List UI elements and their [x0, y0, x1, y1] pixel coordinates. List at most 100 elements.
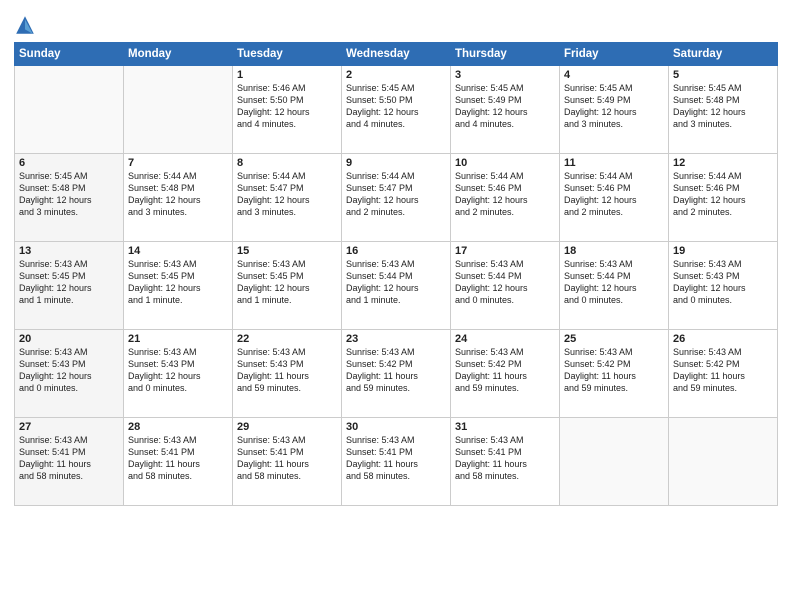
day-info: Sunrise: 5:44 AMSunset: 5:47 PMDaylight:… — [237, 170, 337, 219]
day-cell-26: 26Sunrise: 5:43 AMSunset: 5:42 PMDayligh… — [669, 330, 778, 418]
day-cell-16: 16Sunrise: 5:43 AMSunset: 5:44 PMDayligh… — [342, 242, 451, 330]
day-info: Sunrise: 5:43 AMSunset: 5:41 PMDaylight:… — [19, 434, 119, 483]
day-number: 18 — [564, 245, 664, 257]
day-info: Sunrise: 5:43 AMSunset: 5:41 PMDaylight:… — [346, 434, 446, 483]
day-cell-2: 2Sunrise: 5:45 AMSunset: 5:50 PMDaylight… — [342, 66, 451, 154]
day-number: 13 — [19, 245, 119, 257]
day-number: 12 — [673, 157, 773, 169]
day-number: 21 — [128, 333, 228, 345]
week-row-4: 20Sunrise: 5:43 AMSunset: 5:43 PMDayligh… — [15, 330, 778, 418]
day-info: Sunrise: 5:43 AMSunset: 5:41 PMDaylight:… — [455, 434, 555, 483]
day-cell-13: 13Sunrise: 5:43 AMSunset: 5:45 PMDayligh… — [15, 242, 124, 330]
day-cell-6: 6Sunrise: 5:45 AMSunset: 5:48 PMDaylight… — [15, 154, 124, 242]
day-info: Sunrise: 5:43 AMSunset: 5:43 PMDaylight:… — [19, 346, 119, 395]
day-cell-19: 19Sunrise: 5:43 AMSunset: 5:43 PMDayligh… — [669, 242, 778, 330]
day-info: Sunrise: 5:45 AMSunset: 5:49 PMDaylight:… — [455, 82, 555, 131]
day-cell-12: 12Sunrise: 5:44 AMSunset: 5:46 PMDayligh… — [669, 154, 778, 242]
day-number: 8 — [237, 157, 337, 169]
day-number: 1 — [237, 69, 337, 81]
day-info: Sunrise: 5:44 AMSunset: 5:46 PMDaylight:… — [673, 170, 773, 219]
day-info: Sunrise: 5:43 AMSunset: 5:41 PMDaylight:… — [237, 434, 337, 483]
empty-cell — [669, 418, 778, 506]
day-number: 14 — [128, 245, 228, 257]
day-cell-31: 31Sunrise: 5:43 AMSunset: 5:41 PMDayligh… — [451, 418, 560, 506]
day-info: Sunrise: 5:43 AMSunset: 5:45 PMDaylight:… — [237, 258, 337, 307]
day-cell-15: 15Sunrise: 5:43 AMSunset: 5:45 PMDayligh… — [233, 242, 342, 330]
day-number: 27 — [19, 421, 119, 433]
day-number: 29 — [237, 421, 337, 433]
day-cell-1: 1Sunrise: 5:46 AMSunset: 5:50 PMDaylight… — [233, 66, 342, 154]
day-number: 23 — [346, 333, 446, 345]
day-number: 2 — [346, 69, 446, 81]
day-info: Sunrise: 5:44 AMSunset: 5:47 PMDaylight:… — [346, 170, 446, 219]
day-number: 28 — [128, 421, 228, 433]
day-cell-4: 4Sunrise: 5:45 AMSunset: 5:49 PMDaylight… — [560, 66, 669, 154]
day-number: 4 — [564, 69, 664, 81]
calendar-col-tuesday: Tuesday — [233, 43, 342, 66]
day-info: Sunrise: 5:43 AMSunset: 5:44 PMDaylight:… — [346, 258, 446, 307]
day-number: 26 — [673, 333, 773, 345]
day-number: 22 — [237, 333, 337, 345]
day-number: 9 — [346, 157, 446, 169]
day-cell-21: 21Sunrise: 5:43 AMSunset: 5:43 PMDayligh… — [124, 330, 233, 418]
day-cell-10: 10Sunrise: 5:44 AMSunset: 5:46 PMDayligh… — [451, 154, 560, 242]
week-row-1: 1Sunrise: 5:46 AMSunset: 5:50 PMDaylight… — [15, 66, 778, 154]
day-info: Sunrise: 5:43 AMSunset: 5:45 PMDaylight:… — [19, 258, 119, 307]
day-cell-28: 28Sunrise: 5:43 AMSunset: 5:41 PMDayligh… — [124, 418, 233, 506]
empty-cell — [124, 66, 233, 154]
day-cell-3: 3Sunrise: 5:45 AMSunset: 5:49 PMDaylight… — [451, 66, 560, 154]
day-info: Sunrise: 5:44 AMSunset: 5:46 PMDaylight:… — [564, 170, 664, 219]
empty-cell — [560, 418, 669, 506]
day-info: Sunrise: 5:43 AMSunset: 5:42 PMDaylight:… — [455, 346, 555, 395]
day-number: 30 — [346, 421, 446, 433]
day-cell-27: 27Sunrise: 5:43 AMSunset: 5:41 PMDayligh… — [15, 418, 124, 506]
day-info: Sunrise: 5:43 AMSunset: 5:44 PMDaylight:… — [455, 258, 555, 307]
day-cell-22: 22Sunrise: 5:43 AMSunset: 5:43 PMDayligh… — [233, 330, 342, 418]
day-number: 11 — [564, 157, 664, 169]
day-cell-24: 24Sunrise: 5:43 AMSunset: 5:42 PMDayligh… — [451, 330, 560, 418]
calendar-col-wednesday: Wednesday — [342, 43, 451, 66]
day-cell-11: 11Sunrise: 5:44 AMSunset: 5:46 PMDayligh… — [560, 154, 669, 242]
day-info: Sunrise: 5:43 AMSunset: 5:42 PMDaylight:… — [346, 346, 446, 395]
day-info: Sunrise: 5:43 AMSunset: 5:43 PMDaylight:… — [673, 258, 773, 307]
day-cell-8: 8Sunrise: 5:44 AMSunset: 5:47 PMDaylight… — [233, 154, 342, 242]
day-number: 5 — [673, 69, 773, 81]
day-cell-9: 9Sunrise: 5:44 AMSunset: 5:47 PMDaylight… — [342, 154, 451, 242]
day-info: Sunrise: 5:43 AMSunset: 5:43 PMDaylight:… — [128, 346, 228, 395]
day-cell-5: 5Sunrise: 5:45 AMSunset: 5:48 PMDaylight… — [669, 66, 778, 154]
day-number: 20 — [19, 333, 119, 345]
week-row-2: 6Sunrise: 5:45 AMSunset: 5:48 PMDaylight… — [15, 154, 778, 242]
day-number: 31 — [455, 421, 555, 433]
day-number: 16 — [346, 245, 446, 257]
day-number: 17 — [455, 245, 555, 257]
day-info: Sunrise: 5:45 AMSunset: 5:48 PMDaylight:… — [19, 170, 119, 219]
day-info: Sunrise: 5:45 AMSunset: 5:49 PMDaylight:… — [564, 82, 664, 131]
empty-cell — [15, 66, 124, 154]
calendar-col-thursday: Thursday — [451, 43, 560, 66]
calendar-col-saturday: Saturday — [669, 43, 778, 66]
day-info: Sunrise: 5:43 AMSunset: 5:44 PMDaylight:… — [564, 258, 664, 307]
day-info: Sunrise: 5:45 AMSunset: 5:50 PMDaylight:… — [346, 82, 446, 131]
calendar: SundayMondayTuesdayWednesdayThursdayFrid… — [14, 42, 778, 506]
day-info: Sunrise: 5:45 AMSunset: 5:48 PMDaylight:… — [673, 82, 773, 131]
day-info: Sunrise: 5:43 AMSunset: 5:45 PMDaylight:… — [128, 258, 228, 307]
week-row-5: 27Sunrise: 5:43 AMSunset: 5:41 PMDayligh… — [15, 418, 778, 506]
day-number: 19 — [673, 245, 773, 257]
logo-icon — [14, 14, 36, 36]
day-cell-29: 29Sunrise: 5:43 AMSunset: 5:41 PMDayligh… — [233, 418, 342, 506]
day-info: Sunrise: 5:44 AMSunset: 5:48 PMDaylight:… — [128, 170, 228, 219]
day-cell-18: 18Sunrise: 5:43 AMSunset: 5:44 PMDayligh… — [560, 242, 669, 330]
day-info: Sunrise: 5:46 AMSunset: 5:50 PMDaylight:… — [237, 82, 337, 131]
header — [14, 10, 778, 36]
day-cell-7: 7Sunrise: 5:44 AMSunset: 5:48 PMDaylight… — [124, 154, 233, 242]
day-number: 3 — [455, 69, 555, 81]
day-number: 24 — [455, 333, 555, 345]
day-info: Sunrise: 5:44 AMSunset: 5:46 PMDaylight:… — [455, 170, 555, 219]
day-number: 25 — [564, 333, 664, 345]
day-info: Sunrise: 5:43 AMSunset: 5:41 PMDaylight:… — [128, 434, 228, 483]
week-row-3: 13Sunrise: 5:43 AMSunset: 5:45 PMDayligh… — [15, 242, 778, 330]
page: SundayMondayTuesdayWednesdayThursdayFrid… — [0, 0, 792, 612]
day-number: 10 — [455, 157, 555, 169]
calendar-col-sunday: Sunday — [15, 43, 124, 66]
day-cell-14: 14Sunrise: 5:43 AMSunset: 5:45 PMDayligh… — [124, 242, 233, 330]
